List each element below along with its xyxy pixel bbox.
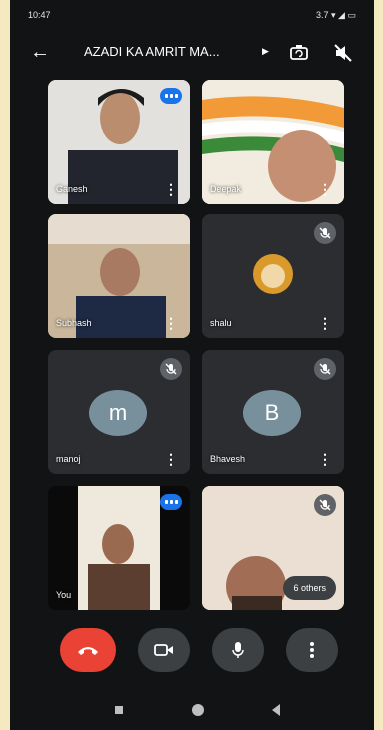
phone-screen: 10:47 3.7 ▾ ◢ ▭ ← AZADI KA AMRIT MA... ▶ (10, 0, 374, 730)
participant-tile[interactable]: Ganesh ⋮ (48, 80, 190, 204)
status-time: 10:47 (28, 10, 51, 20)
mic-toggle-button[interactable] (212, 628, 264, 672)
back-arrow-icon[interactable]: ← (30, 42, 50, 62)
participant-tile[interactable]: Deepak ⋮ (202, 80, 344, 204)
mic-off-icon (314, 222, 336, 244)
others-count-chip[interactable]: 6 others (283, 576, 336, 600)
participant-name: shalu (210, 318, 232, 328)
status-indicators: 3.7 ▾ ◢ ▭ (316, 10, 356, 20)
camera-toggle-button[interactable] (138, 628, 190, 672)
end-call-icon (78, 647, 98, 655)
more-vert-icon[interactable]: ⋮ (164, 182, 178, 196)
participant-name: manoj (56, 454, 81, 464)
participant-name: Bhavesh (210, 454, 246, 464)
participant-tile[interactable]: m manoj ⋮ (48, 350, 190, 474)
participant-tile[interactable]: B Bhavesh ⋮ (202, 350, 344, 474)
mic-icon (232, 642, 244, 658)
participant-name: Ganesh (56, 184, 88, 194)
back-icon[interactable] (272, 704, 280, 716)
participant-name: Subhash (56, 318, 92, 328)
more-vert-icon[interactable]: ⋮ (164, 316, 178, 330)
more-vert-icon[interactable]: ⋮ (318, 182, 332, 196)
chevron-right-icon[interactable]: ▶ (262, 46, 269, 57)
more-vert-icon[interactable]: ⋮ (318, 316, 332, 330)
status-bar: 10:47 3.7 ▾ ◢ ▭ (10, 0, 374, 28)
mic-off-icon (160, 358, 182, 380)
camera-icon (154, 644, 173, 656)
meeting-title[interactable]: AZADI KA AMRIT MA... (84, 44, 254, 59)
end-call-button[interactable] (60, 628, 116, 672)
speaker-off-icon[interactable] (332, 42, 354, 64)
speaking-indicator (160, 494, 182, 510)
switch-camera-icon[interactable] (288, 42, 310, 64)
mic-off-icon (314, 358, 336, 380)
avatar: m (89, 390, 147, 436)
more-options-button[interactable] (286, 628, 338, 672)
more-vert-icon (310, 642, 314, 658)
avatar: B (243, 390, 301, 436)
participant-tile[interactable]: 6 others (202, 486, 344, 610)
more-vert-icon[interactable]: ⋮ (164, 452, 178, 466)
call-header: ← AZADI KA AMRIT MA... ▶ (10, 30, 374, 80)
participant-tile[interactable]: shalu ⋮ (202, 214, 344, 338)
self-view-tile[interactable]: You (48, 486, 190, 610)
speaking-indicator (160, 88, 182, 104)
call-controls (10, 628, 374, 684)
recents-icon[interactable] (115, 706, 123, 714)
participant-tile[interactable]: Subhash ⋮ (48, 214, 190, 338)
more-vert-icon[interactable]: ⋮ (318, 452, 332, 466)
mic-off-icon (314, 494, 336, 516)
participant-name: You (56, 590, 72, 600)
participant-avatar (253, 254, 293, 294)
home-icon[interactable] (192, 704, 204, 716)
participant-name: Deepak (210, 184, 242, 194)
system-nav-bar (10, 690, 374, 730)
